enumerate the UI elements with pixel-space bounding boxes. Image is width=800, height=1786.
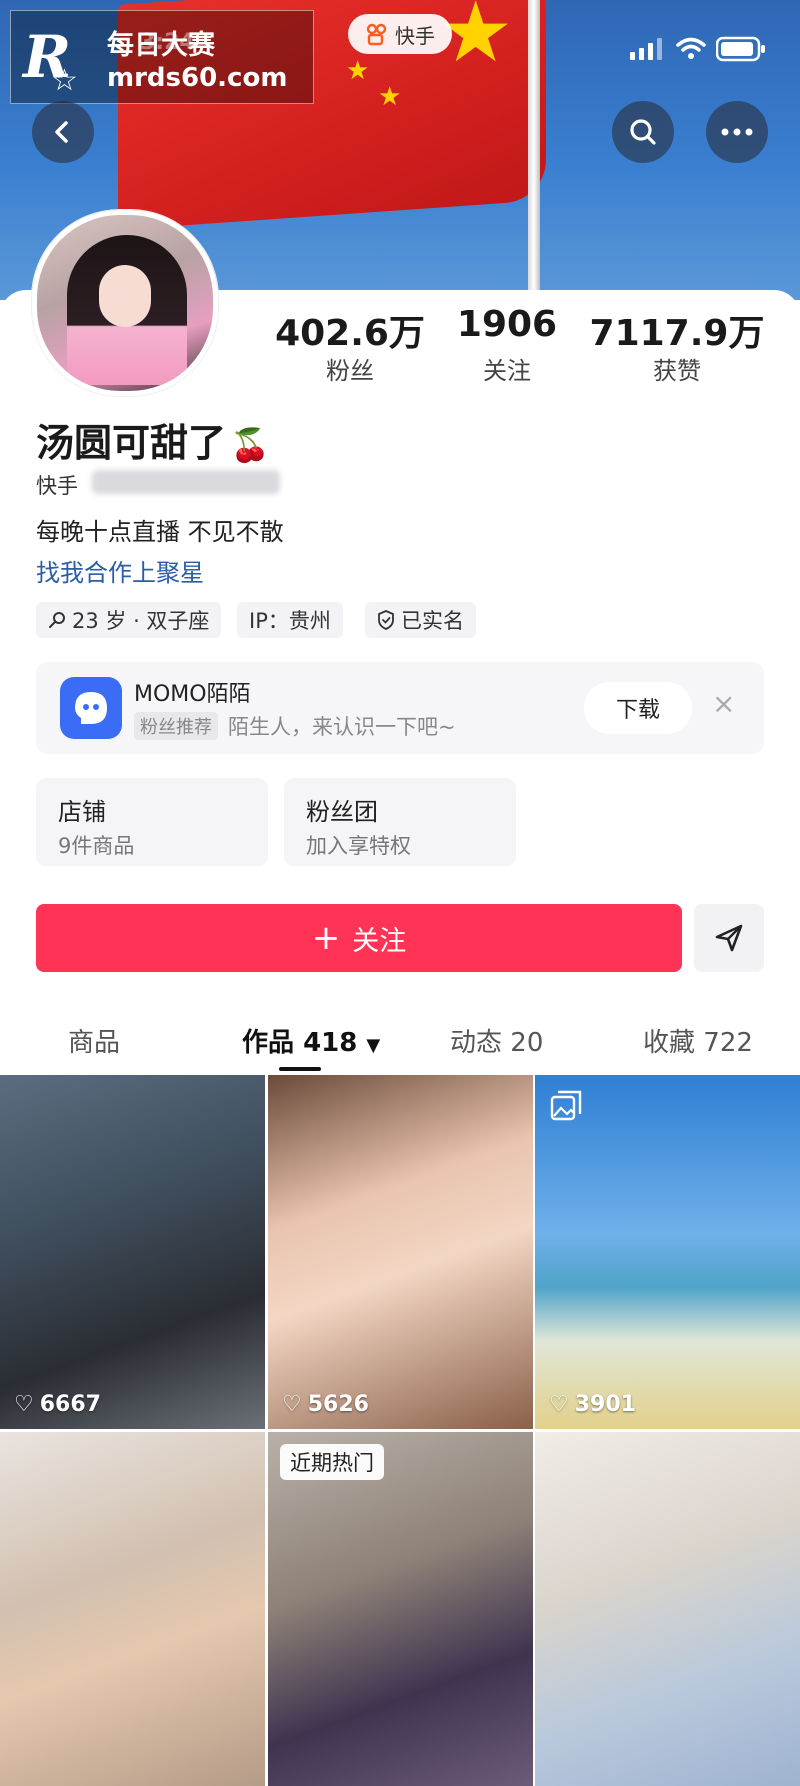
- tab-products[interactable]: 商品: [68, 1022, 120, 1059]
- search-female-icon: [49, 612, 65, 628]
- watermark-url: mrds60.com: [107, 63, 288, 93]
- ad-close-icon[interactable]: ×: [712, 690, 735, 718]
- shop-title: 店铺: [58, 798, 106, 826]
- shop-entry[interactable]: 店铺 9件商品: [36, 778, 268, 866]
- tag-age: 23 岁 · 双子座: [36, 602, 222, 638]
- plus-icon: +: [311, 918, 341, 958]
- tab-count: 722: [703, 1028, 753, 1058]
- back-button[interactable]: [32, 101, 94, 163]
- star-icon: ☆: [51, 63, 78, 98]
- likes-count: 5626: [307, 1392, 369, 1417]
- more-button[interactable]: [706, 101, 768, 163]
- follow-label: 关注: [352, 925, 407, 957]
- ad-app-name: MOMO陌陌: [134, 682, 251, 707]
- momo-app-icon: [60, 677, 122, 739]
- bio-text: 每晚十点直播 不见不散: [36, 518, 284, 546]
- heart-icon: ♡: [14, 1392, 34, 1417]
- avatar[interactable]: [32, 210, 218, 396]
- cherry-emoji: 🍒: [230, 426, 270, 464]
- app-pill: 快手: [348, 14, 452, 54]
- kuaishou-logo-icon: [366, 23, 387, 46]
- wifi-icon: [676, 37, 706, 59]
- business-link[interactable]: 找我合作上聚星: [36, 553, 204, 588]
- tab-works[interactable]: 作品 418 ▼: [242, 1022, 380, 1059]
- video-thumbnail[interactable]: ♡ 3901: [535, 1075, 800, 1429]
- caret-down-icon: ▼: [366, 1035, 381, 1056]
- fan-club-subtitle: 加入享特权: [306, 834, 411, 858]
- trending-badge: 近期热门: [280, 1444, 384, 1480]
- shield-check-icon: [378, 610, 394, 630]
- watermark: R ☆ 每日大赛 mrds60.com: [10, 10, 314, 104]
- ad-tag: 粉丝推荐: [134, 712, 218, 740]
- status-time: 3:24: [140, 30, 195, 55]
- tag-ip-text: IP：贵州: [249, 609, 331, 633]
- tab-moments[interactable]: 动态 20: [450, 1022, 543, 1059]
- tab-favorites[interactable]: 收藏 722: [643, 1022, 753, 1059]
- fan-club-title: 粉丝团: [306, 798, 378, 826]
- flag-star: ★: [378, 82, 402, 112]
- search-button[interactable]: [612, 101, 674, 163]
- chevron-left-icon: [55, 121, 68, 143]
- signal-icon: [630, 38, 662, 60]
- tab-label: 商品: [68, 1028, 121, 1058]
- tag-ip: IP：贵州: [237, 602, 343, 638]
- ad-banner[interactable]: MOMO陌陌 粉丝推荐 陌生人，来认识一下吧~ 下载 ×: [36, 662, 764, 754]
- tab-count: 418: [303, 1028, 358, 1058]
- tag-age-text: 23 岁 · 双子座: [72, 609, 210, 633]
- likes-badge: ♡ 6667: [14, 1392, 101, 1417]
- video-thumbnail[interactable]: ♡ 5626: [268, 1075, 533, 1429]
- momo-logo-icon: [75, 692, 107, 724]
- tag-verified: 已实名: [365, 602, 476, 638]
- likes-badge: ♡ 5626: [282, 1392, 369, 1417]
- kuaishou-id-blurred[interactable]: [92, 470, 280, 494]
- video-thumbnail[interactable]: ♡ 6667: [0, 1075, 265, 1429]
- likes-count: 3901: [574, 1392, 636, 1417]
- shop-subtitle: 9件商品: [58, 834, 135, 858]
- ad-download-button[interactable]: 下载: [584, 682, 692, 734]
- image-icon: [550, 1090, 582, 1121]
- profile-name: 汤圆可甜了 🍒: [36, 412, 270, 467]
- send-icon: [715, 924, 743, 952]
- likes-badge: ♡ 3901: [549, 1392, 636, 1417]
- likes-label: 获赞: [653, 357, 701, 385]
- ad-description: 陌生人，来认识一下吧~: [228, 715, 456, 739]
- follow-button[interactable]: + 关注: [36, 904, 682, 972]
- profile-name-text: 汤圆可甜了: [36, 421, 227, 465]
- fan-club-entry[interactable]: 粉丝团 加入享特权: [284, 778, 516, 866]
- app-pill-label: 快手: [395, 23, 435, 48]
- flag-star: ★: [346, 56, 370, 86]
- tab-label: 作品: [242, 1028, 295, 1058]
- search-icon: [630, 119, 656, 145]
- likes-count[interactable]: 7117.9万: [577, 304, 777, 356]
- heart-icon: ♡: [549, 1392, 569, 1417]
- heart-icon: ♡: [282, 1392, 302, 1417]
- more-dots-icon: [721, 128, 753, 136]
- tab-count: 20: [510, 1028, 544, 1058]
- flag-pole: [528, 0, 540, 300]
- kuaishou-id-label: 快手: [36, 474, 78, 498]
- active-tab-indicator: [279, 1067, 321, 1071]
- battery-icon: [716, 36, 765, 62]
- tag-verified-text: 已实名: [401, 609, 464, 633]
- share-button[interactable]: [694, 904, 764, 972]
- tab-label: 收藏: [643, 1028, 696, 1058]
- likes-count: 6667: [39, 1392, 101, 1417]
- tab-label: 动态: [450, 1028, 503, 1058]
